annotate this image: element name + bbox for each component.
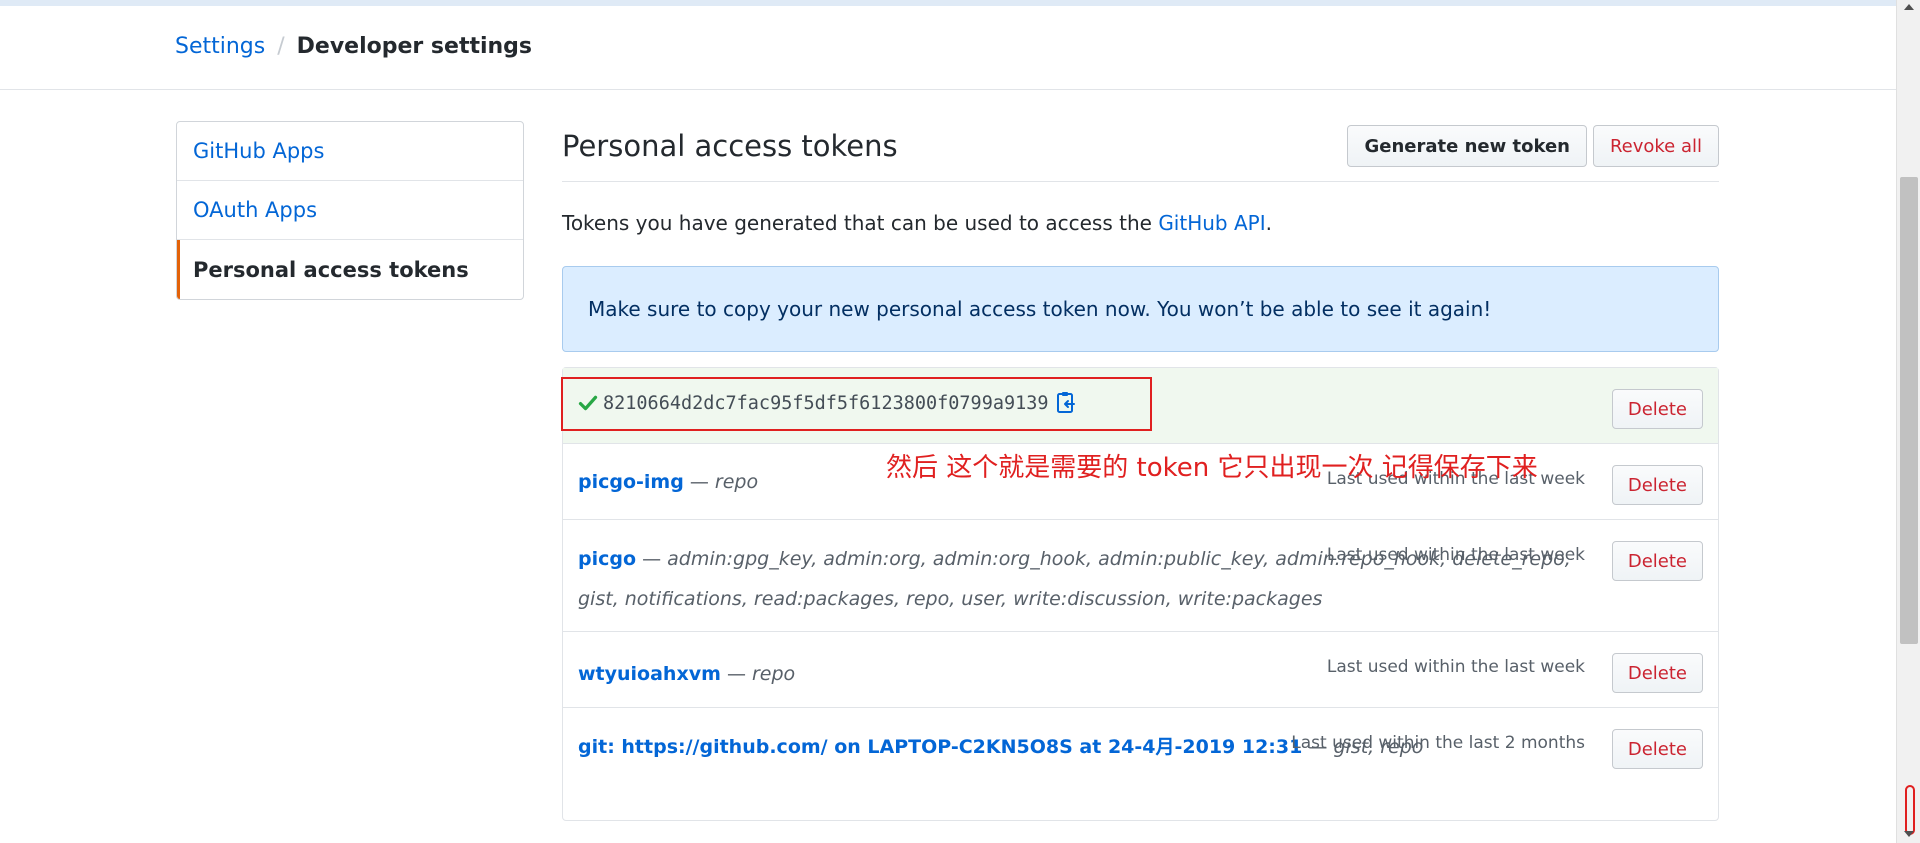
delete-token-button[interactable]: Delete: [1611, 729, 1703, 769]
token-list: 8210664d2dc7fac95f5df5f6123800f0799a9139…: [561, 367, 1719, 821]
breadcrumb-current: Developer settings: [296, 34, 533, 59]
intro-text-end: .: [1265, 211, 1272, 235]
token-dash: —: [683, 471, 715, 493]
delete-token-button[interactable]: Delete: [1611, 541, 1703, 581]
delete-token-button[interactable]: Delete: [1611, 465, 1703, 505]
token-row: wtyuioahxvm — repo Last used within the …: [563, 632, 1718, 708]
scrollbar-annotation-marker: [1905, 785, 1915, 835]
token-highlight-box: [561, 377, 1152, 431]
sidebar-item-github-apps[interactable]: GitHub Apps: [177, 122, 523, 181]
token-name-link[interactable]: wtyuioahxvm: [578, 663, 721, 685]
token-row: picgo — admin:gpg_key, admin:org, admin:…: [563, 520, 1718, 632]
revoke-all-button[interactable]: Revoke all: [1592, 125, 1719, 167]
delete-token-button[interactable]: Delete: [1611, 389, 1703, 429]
token-scopes: repo: [714, 471, 759, 493]
scroll-down-arrow-icon[interactable]: [1904, 831, 1914, 837]
token-dash: —: [636, 548, 668, 570]
token-name-link[interactable]: picgo-img: [578, 471, 684, 493]
page-title: Personal access tokens: [562, 129, 898, 163]
red-annotation-text: 然后 这个就是需要的 token 它只出现一次 记得保存下来: [886, 453, 1538, 483]
breadcrumb: Settings / Developer settings: [175, 34, 532, 59]
sidebar-item-personal-access-tokens[interactable]: Personal access tokens: [177, 240, 523, 299]
intro-text: Tokens you have generated that can be us…: [562, 211, 1272, 235]
token-last-used: Last used within the last week: [1326, 545, 1585, 565]
delete-token-button[interactable]: Delete: [1611, 653, 1703, 693]
token-name-link[interactable]: picgo: [578, 548, 636, 570]
new-token-row: 8210664d2dc7fac95f5df5f6123800f0799a9139…: [561, 368, 1718, 444]
generate-new-token-button[interactable]: Generate new token: [1347, 125, 1587, 167]
token-last-used: Last used within the last 2 months: [1291, 733, 1585, 753]
breadcrumb-separator: /: [277, 34, 285, 59]
scrollbar-thumb[interactable]: [1900, 177, 1918, 644]
page-header: Settings / Developer settings: [0, 6, 1896, 90]
token-last-used: Last used within the last week: [1326, 657, 1585, 677]
scroll-up-arrow-icon[interactable]: [1904, 4, 1914, 10]
token-name-link[interactable]: git: https://github.com/ on LAPTOP-C2KN5…: [578, 736, 1302, 758]
vertical-scrollbar[interactable]: [1896, 0, 1920, 843]
subhead: Personal access tokens Generate new toke…: [562, 121, 1719, 182]
intro-text-start: Tokens you have generated that can be us…: [562, 211, 1159, 235]
sidebar-item-oauth-apps[interactable]: OAuth Apps: [177, 181, 523, 240]
main-content: Personal access tokens Generate new toke…: [561, 121, 1719, 821]
settings-sidebar: GitHub Apps OAuth Apps Personal access t…: [176, 121, 524, 300]
token-dash: —: [720, 663, 752, 685]
token-row: git: https://github.com/ on LAPTOP-C2KN5…: [563, 708, 1718, 820]
github-api-link[interactable]: GitHub API: [1158, 211, 1265, 235]
token-scopes: repo: [752, 663, 796, 685]
breadcrumb-settings-link[interactable]: Settings: [175, 34, 265, 59]
flash-notice: Make sure to copy your new personal acce…: [562, 266, 1719, 352]
